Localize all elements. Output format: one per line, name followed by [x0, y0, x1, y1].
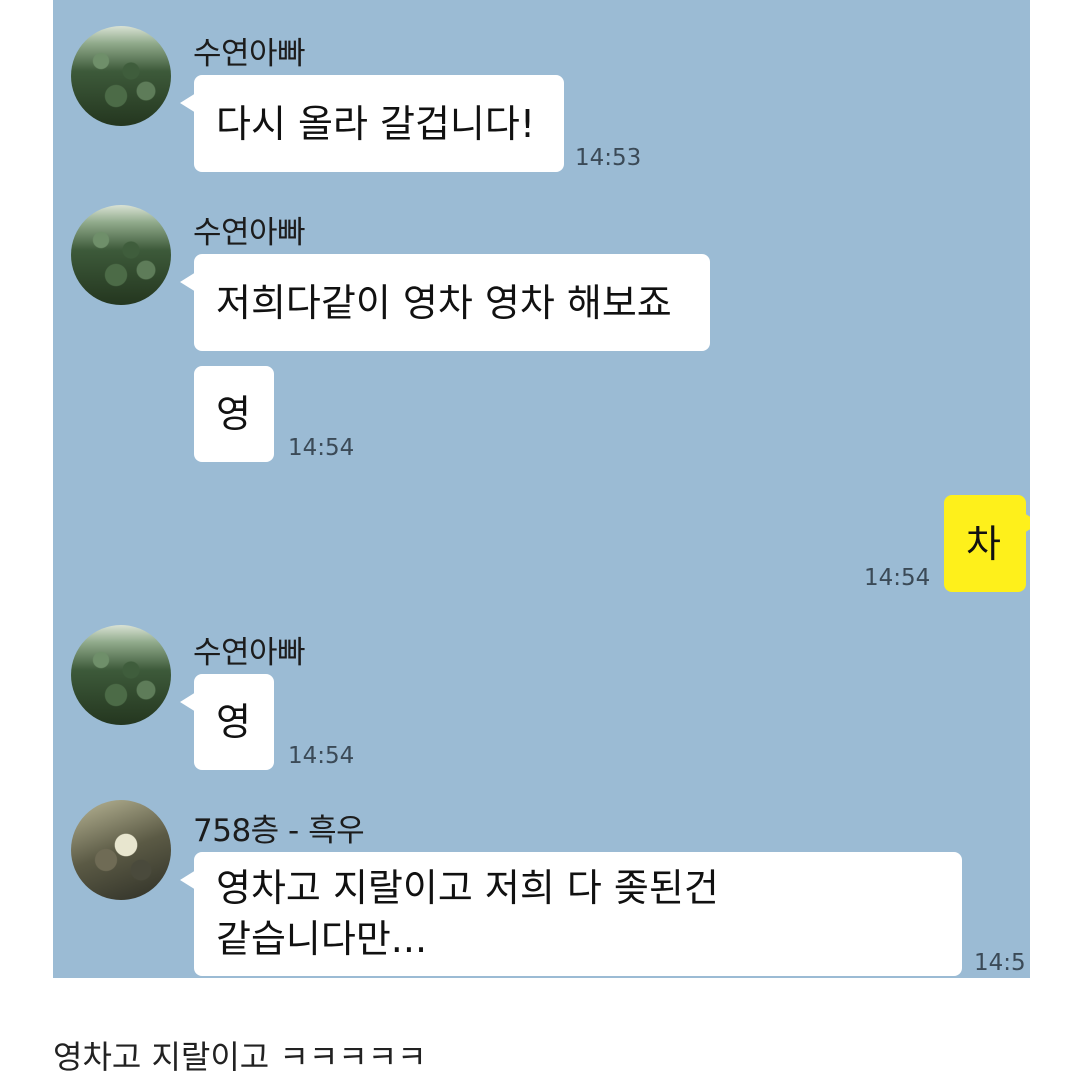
message-text: 차	[966, 521, 1001, 566]
message-time: 14:5	[974, 950, 1026, 976]
message-text-line: 같습니다만...	[216, 917, 428, 961]
profile-avatar[interactable]	[71, 26, 171, 126]
message-bubble[interactable]: 영	[194, 366, 274, 462]
sender-name: 758층 - 흑우	[193, 813, 365, 849]
message-text: 영	[216, 392, 251, 436]
message-time: 14:54	[288, 743, 355, 769]
sender-name: 수연아빠	[193, 635, 306, 671]
sender-name: 수연아빠	[193, 36, 306, 72]
message-text-line: 영차고 지랄이고 저희 다 좆된건	[216, 865, 719, 910]
message-time: 14:54	[864, 565, 931, 591]
message-time: 14:53	[575, 145, 642, 171]
chat-area: 수연아빠 다시 올라 갈겁니다! 14:53 수연아빠 저희다같이 영차 영차 …	[53, 0, 1030, 978]
message-text: 다시 올라 갈겁니다!	[216, 101, 536, 146]
message-text: 저희다같이 영차 영차 해보죠	[216, 280, 672, 325]
message-bubble[interactable]: 영차고 지랄이고 저희 다 좆된건 같습니다만...	[180, 852, 962, 976]
sender-name: 수연아빠	[193, 215, 306, 251]
profile-avatar[interactable]	[71, 205, 171, 305]
message-bubble[interactable]: 저희다같이 영차 영차 해보죠	[180, 254, 710, 351]
profile-avatar[interactable]	[71, 800, 171, 900]
message-bubble[interactable]: 영	[180, 674, 274, 770]
message-bubble[interactable]: 다시 올라 갈겁니다!	[180, 75, 564, 172]
message-text: 영	[216, 700, 251, 744]
post-caption: 영차고 지랄이고 ㅋㅋㅋㅋㅋ	[53, 1038, 427, 1076]
my-message-bubble[interactable]: 차	[944, 495, 1030, 592]
profile-avatar[interactable]	[71, 625, 171, 725]
message-time: 14:54	[288, 435, 355, 461]
